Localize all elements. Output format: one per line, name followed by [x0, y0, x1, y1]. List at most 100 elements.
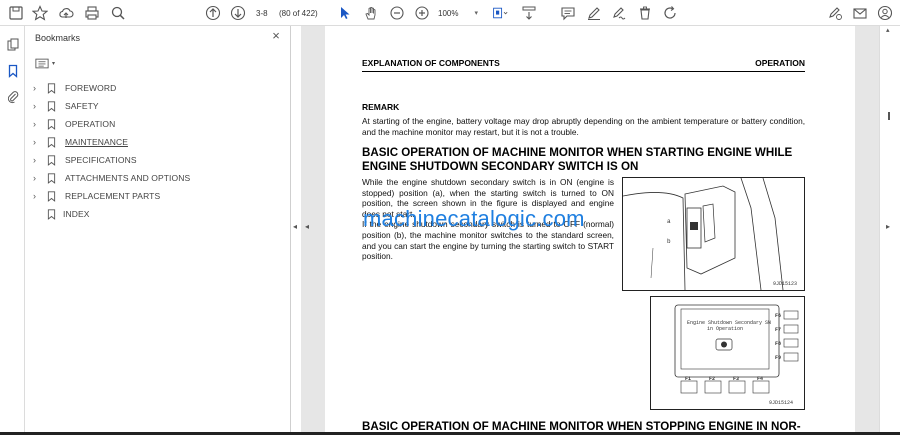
- collapse-panel-button[interactable]: ◂: [291, 26, 301, 435]
- pages-icon[interactable]: [4, 36, 21, 53]
- zoom-out-icon[interactable]: [387, 3, 407, 23]
- figure-code: 9JD15123: [773, 281, 798, 287]
- highlight-pen-icon[interactable]: [584, 3, 604, 23]
- label-b: b: [667, 238, 671, 245]
- chevron-left-icon: ◂: [293, 222, 298, 231]
- bookmark-item-maintenance[interactable]: › MAINTENANCE: [33, 134, 283, 150]
- chevron-right-icon[interactable]: ▸: [886, 222, 890, 231]
- bookmark-item-specifications[interactable]: › SPECIFICATIONS: [33, 152, 283, 168]
- key-f8: F8: [775, 341, 782, 347]
- key-f7: F7: [775, 327, 782, 333]
- page-number-input[interactable]: 3-8: [256, 5, 276, 21]
- chevron-down-icon: ▾: [474, 10, 478, 17]
- key-f3: F3: [733, 376, 740, 382]
- chevron-right-icon[interactable]: ›: [33, 191, 43, 201]
- chevron-left-icon[interactable]: ◂: [305, 222, 309, 231]
- key-f4: F4: [757, 376, 764, 382]
- figure-code: 9JD15124: [769, 400, 794, 406]
- header-right: OPERATION: [755, 58, 805, 68]
- bookmark-item-safety[interactable]: › SAFETY: [33, 98, 283, 114]
- bookmark-options-button[interactable]: ▾: [35, 56, 59, 70]
- chevron-right-icon[interactable]: ›: [33, 119, 43, 129]
- bookmark-item-replacement-parts[interactable]: › REPLACEMENT PARTS: [33, 188, 283, 204]
- bookmark-icon: [45, 82, 57, 94]
- select-cursor-icon[interactable]: [335, 3, 355, 23]
- screen-line-2: in Operation: [707, 326, 744, 332]
- scrollbar-thumb[interactable]: [888, 112, 890, 120]
- main-toolbar: 3-8 (80 of 422) 100% ▾: [0, 0, 900, 26]
- bookmark-label: INDEX: [63, 209, 90, 219]
- bookmark-icon: [45, 208, 57, 220]
- key-f9: F9: [775, 355, 782, 361]
- chevron-right-icon[interactable]: ›: [33, 101, 43, 111]
- bookmark-label: ATTACHMENTS AND OPTIONS: [65, 173, 191, 183]
- bookmark-label: SPECIFICATIONS: [65, 155, 137, 165]
- header-left: EXPLANATION OF COMPONENTS: [362, 58, 500, 68]
- bookmark-item-attachments[interactable]: › ATTACHMENTS AND OPTIONS: [33, 170, 283, 186]
- hand-tool-icon[interactable]: [361, 3, 381, 23]
- bookmark-label: OPERATION: [65, 119, 116, 129]
- edit-pdf-icon[interactable]: [825, 3, 845, 23]
- next-page-icon[interactable]: [228, 3, 248, 23]
- scroll-mode-icon[interactable]: [519, 3, 539, 23]
- email-icon[interactable]: [850, 3, 870, 23]
- scroll-up-icon[interactable]: ▴: [886, 26, 890, 34]
- section-heading: BASIC OPERATION OF MACHINE MONITOR WHEN …: [362, 146, 793, 173]
- zoom-value: 100%: [438, 8, 459, 18]
- label-a: a: [667, 218, 671, 225]
- key-f6: F6: [775, 313, 782, 319]
- remark-title: REMARK: [362, 102, 400, 112]
- bookmark-icon: [45, 118, 57, 130]
- panel-title: Bookmarks: [35, 33, 81, 43]
- bookmark-icon: [45, 100, 57, 112]
- bookmark-item-operation[interactable]: › OPERATION: [33, 116, 283, 132]
- page-header: EXPLANATION OF COMPONENTS OPERATION: [362, 58, 805, 72]
- key-f2: F2: [709, 376, 716, 382]
- delete-icon[interactable]: [635, 3, 655, 23]
- account-icon[interactable]: [875, 3, 895, 23]
- previous-page-icon[interactable]: [203, 3, 223, 23]
- star-icon[interactable]: [30, 3, 50, 23]
- bookmark-icon: [45, 154, 57, 166]
- chevron-right-icon[interactable]: ›: [33, 83, 43, 93]
- side-rail: [0, 26, 25, 435]
- bookmark-icon: [45, 136, 57, 148]
- search-icon[interactable]: [108, 3, 128, 23]
- chevron-down-icon: ▾: [52, 60, 56, 67]
- close-icon[interactable]: ×: [269, 29, 283, 43]
- bookmark-label: FOREWORD: [65, 83, 117, 93]
- bookmark-panel-icon[interactable]: [4, 62, 21, 79]
- save-icon[interactable]: [6, 3, 26, 23]
- bookmark-label: MAINTENANCE: [65, 137, 128, 147]
- chevron-right-icon[interactable]: ›: [33, 155, 43, 165]
- page-count: (80 of 422): [279, 8, 318, 18]
- bookmark-icon: [45, 172, 57, 184]
- zoom-select[interactable]: 100% ▾: [438, 5, 478, 21]
- print-icon[interactable]: [82, 3, 102, 23]
- cloud-upload-icon[interactable]: [56, 3, 76, 23]
- figure-monitor: Engine Shutdown Secondary SW in Operatio…: [650, 296, 805, 410]
- switch-illustration: [622, 177, 784, 291]
- pdf-page: EXPLANATION OF COMPONENTS OPERATION REMA…: [325, 26, 855, 435]
- document-viewport[interactable]: EXPLANATION OF COMPONENTS OPERATION REMA…: [301, 26, 879, 435]
- options-list-icon: [35, 58, 49, 68]
- watermark-text: machinecatalogic.com: [363, 206, 585, 231]
- bookmark-item-index[interactable]: INDEX: [33, 206, 283, 222]
- chevron-right-icon[interactable]: ›: [33, 137, 43, 147]
- bookmark-label: REPLACEMENT PARTS: [65, 191, 161, 201]
- bookmarks-panel: Bookmarks × ▾ › FOREWORD › SAFETY › OPER…: [25, 26, 291, 435]
- rotate-icon[interactable]: [660, 3, 680, 23]
- chevron-right-icon[interactable]: ›: [33, 173, 43, 183]
- attachment-icon[interactable]: [4, 88, 21, 105]
- right-scroll-strip[interactable]: ▴ ▸: [879, 26, 900, 435]
- figure-switch: a b 9JD15123: [622, 177, 805, 291]
- zoom-in-icon[interactable]: [412, 3, 432, 23]
- bookmark-label: SAFETY: [65, 101, 99, 111]
- comment-icon[interactable]: [558, 3, 578, 23]
- monitor-illustration: [674, 304, 799, 394]
- remark-text: At starting of the engine, battery volta…: [362, 116, 805, 137]
- bookmark-item-foreword[interactable]: › FOREWORD: [33, 80, 283, 96]
- fit-page-icon[interactable]: [487, 3, 513, 23]
- bookmark-icon: [45, 190, 57, 202]
- fill-sign-icon[interactable]: [609, 3, 629, 23]
